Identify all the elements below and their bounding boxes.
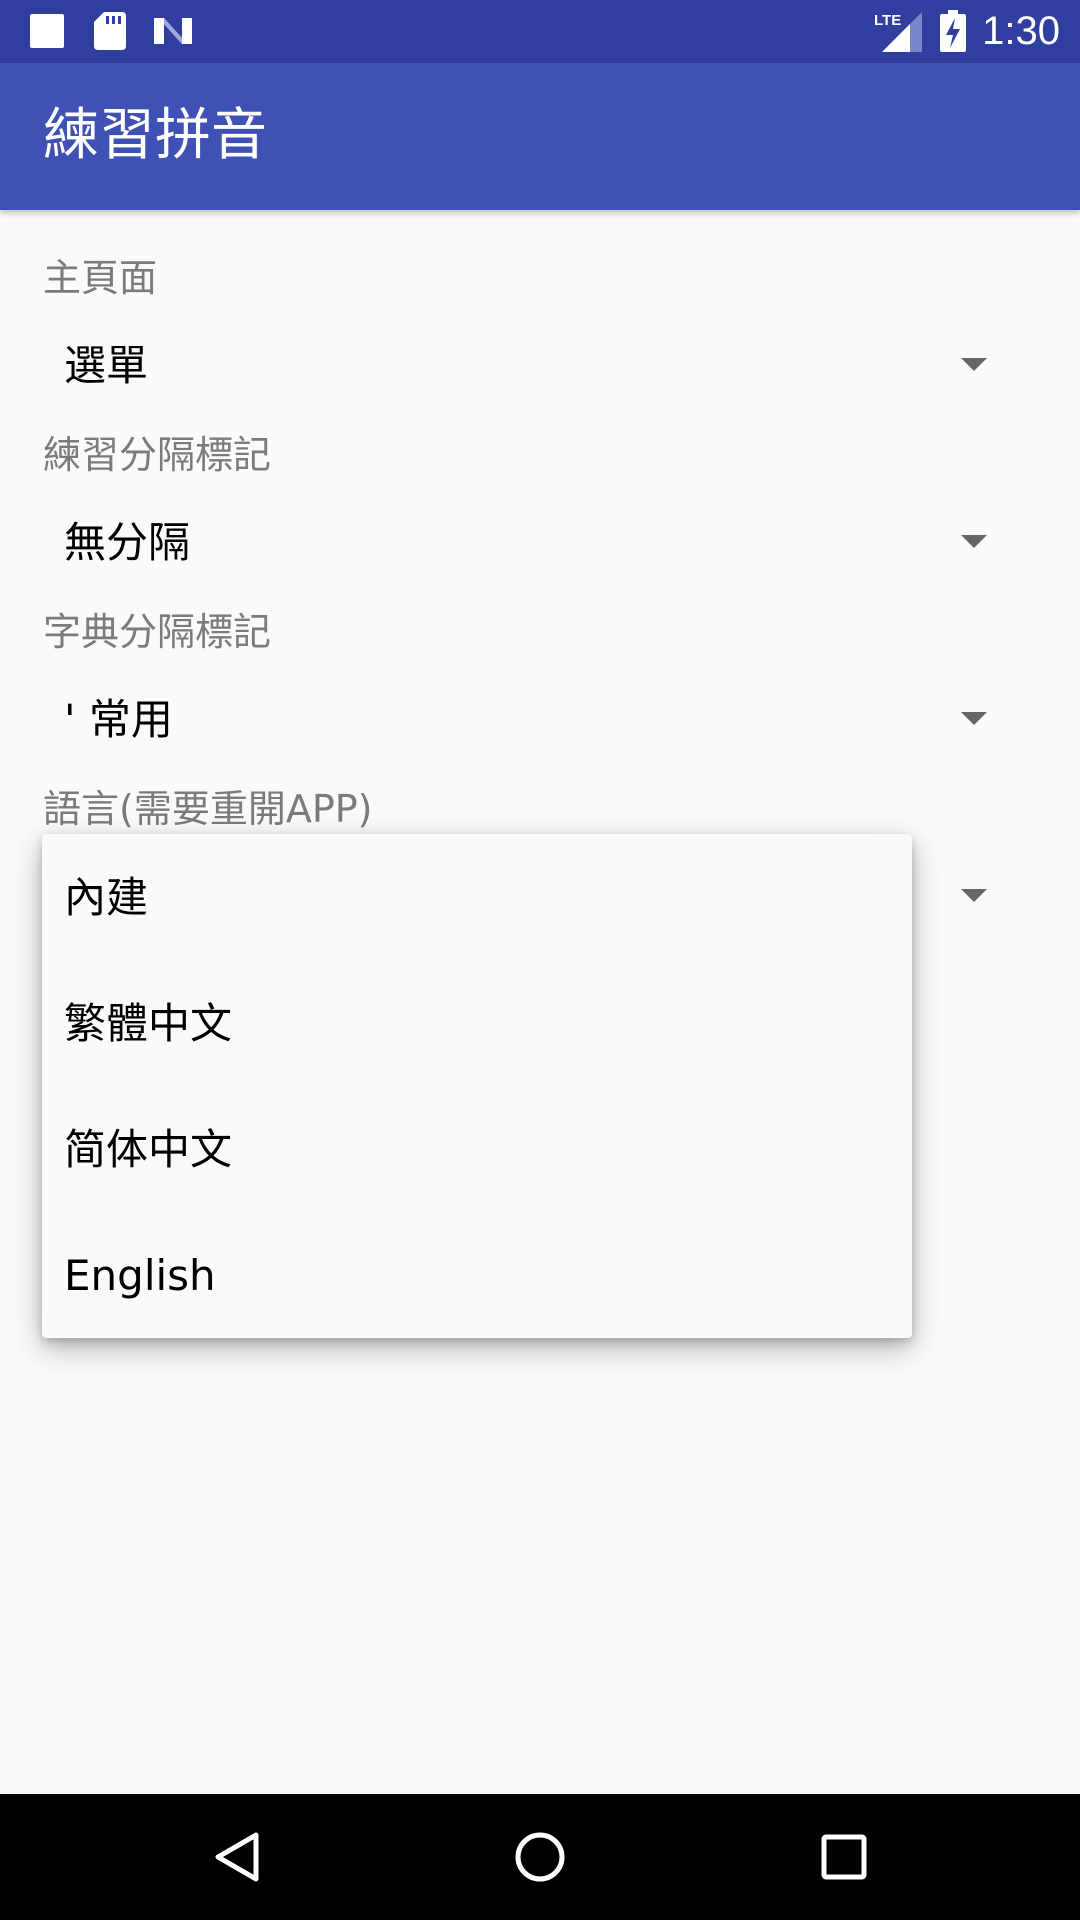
app-bar: 練習拼音 — [0, 63, 1080, 210]
main-page-value: 選單 — [64, 341, 149, 390]
dictionary-separator-spinner[interactable]: ' 常用 — [43, 664, 1003, 774]
status-time: 1:30 — [982, 9, 1060, 53]
language-label: 語言(需要重開APP) — [43, 787, 373, 831]
battery-charging-icon — [940, 10, 966, 56]
status-bar: LTE 1:30 — [0, 0, 1080, 63]
option-label: 简体中文 — [64, 1125, 233, 1174]
dropdown-arrow-icon — [961, 358, 987, 371]
option-label: English — [64, 1251, 216, 1300]
option-english[interactable]: English — [42, 1212, 912, 1338]
practice-separator-spinner[interactable]: 無分隔 — [43, 487, 1003, 597]
dropdown-arrow-icon — [961, 712, 987, 725]
dictionary-separator-value: ' 常用 — [64, 695, 173, 744]
option-label: 繁體中文 — [64, 999, 233, 1048]
back-icon[interactable] — [206, 1827, 266, 1887]
language-dropdown: 內建 繁體中文 简体中文 English — [42, 834, 912, 1338]
main-page-label: 主頁面 — [43, 256, 158, 300]
n-logo-icon — [152, 14, 194, 52]
lte-signal-icon: LTE — [874, 10, 922, 56]
svg-text:LTE: LTE — [874, 12, 901, 29]
dropdown-arrow-icon — [961, 889, 987, 902]
recents-icon[interactable] — [814, 1827, 874, 1887]
main-page-spinner[interactable]: 選單 — [43, 310, 1003, 420]
sd-card-icon — [94, 12, 126, 54]
option-simplified-chinese[interactable]: 简体中文 — [42, 1086, 912, 1212]
square-notification-icon — [30, 14, 64, 48]
option-builtin[interactable]: 內建 — [42, 834, 912, 960]
practice-separator-value: 無分隔 — [64, 518, 191, 567]
page-title: 練習拼音 — [43, 103, 267, 168]
home-icon[interactable] — [510, 1827, 570, 1887]
dictionary-separator-label: 字典分隔標記 — [43, 610, 272, 654]
practice-separator-label: 練習分隔標記 — [43, 433, 272, 477]
option-traditional-chinese[interactable]: 繁體中文 — [42, 960, 912, 1086]
dropdown-arrow-icon — [961, 535, 987, 548]
navigation-bar — [0, 1794, 1080, 1920]
option-label: 內建 — [64, 873, 149, 922]
